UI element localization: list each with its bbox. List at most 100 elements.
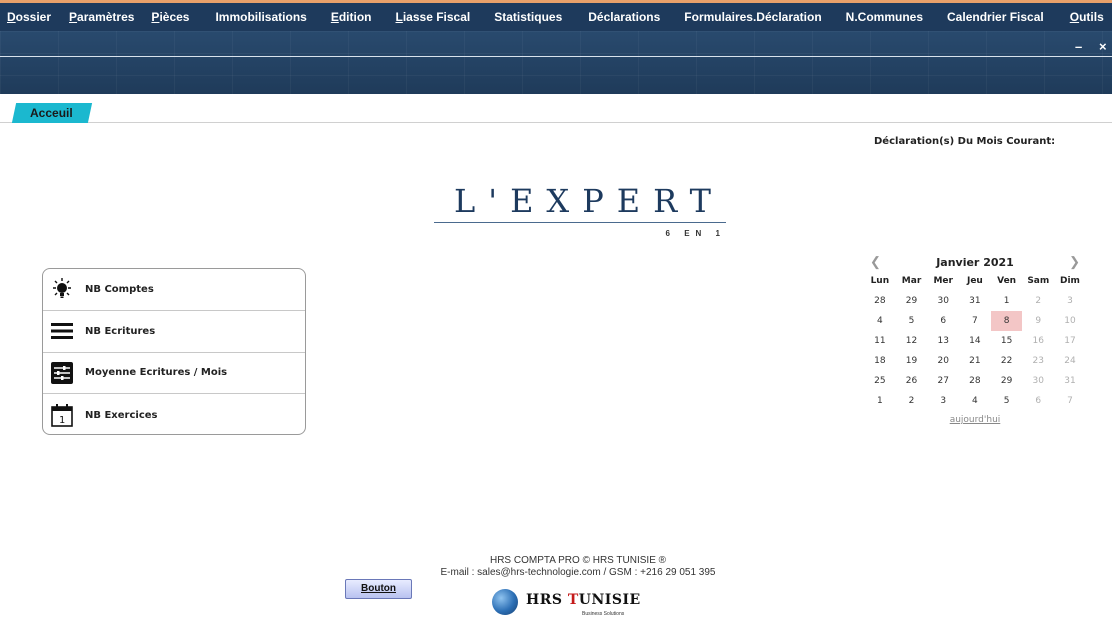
calendar-day[interactable]: 5: [896, 311, 928, 331]
calendar-day[interactable]: 14: [959, 331, 991, 351]
logo-subtitle: 6 EN 1: [665, 229, 726, 238]
chevron-right-icon[interactable]: ❯: [1069, 254, 1080, 270]
calendar-day[interactable]: 25: [864, 371, 896, 391]
calendar-day[interactable]: 9: [1022, 311, 1054, 331]
menu-item-n-communes[interactable]: N.Communes: [846, 10, 923, 24]
calendar-week-row: 11 12 13 14 15 16 17: [864, 331, 1086, 351]
calendar-day[interactable]: 31: [959, 291, 991, 311]
calendar-day[interactable]: 1: [991, 291, 1023, 311]
logo-underline: [434, 222, 726, 223]
bouton-button[interactable]: Bouton: [345, 579, 412, 599]
calendar-day[interactable]: 16: [1022, 331, 1054, 351]
bouton-button-label: Bouton: [361, 583, 396, 594]
calendar-weekday: Mar: [901, 276, 922, 286]
calendar-day[interactable]: 6: [1022, 391, 1054, 411]
calendar-day[interactable]: 7: [1054, 391, 1086, 411]
menu-item-formulaires-d-claration[interactable]: Formulaires.Déclaration: [684, 10, 821, 24]
svg-text:1: 1: [59, 415, 65, 426]
menu-item-outils[interactable]: Outils: [1070, 10, 1104, 24]
calendar-day[interactable]: 15: [991, 331, 1023, 351]
calendar-day[interactable]: 3: [1054, 291, 1086, 311]
menu-item-d-clarations[interactable]: Déclarations: [588, 10, 660, 24]
calendar-widget: ❮ Janvier 2021 ❯ Lun Mar Mer Jeu Ven Sam Dim 28…: [864, 253, 1086, 425]
calendar-weekday: Jeu: [966, 276, 983, 286]
hrs-brand-prefix: HRS: [526, 592, 568, 608]
stat-label-moyenne-ecritures: Moyenne Ecritures / Mois: [85, 367, 228, 379]
minimize-icon[interactable]: –: [1075, 39, 1082, 54]
stat-row-nb-ecritures[interactable]: NB Ecritures: [43, 311, 305, 353]
menu-lines-icon: [49, 318, 75, 344]
calendar-day[interactable]: 22: [991, 351, 1023, 371]
calendar-day[interactable]: 3: [927, 391, 959, 411]
calendar-day[interactable]: 30: [927, 291, 959, 311]
menu-item-edition[interactable]: Edition: [331, 10, 372, 24]
calendar-day[interactable]: 21: [959, 351, 991, 371]
stat-row-nb-comptes[interactable]: NB Comptes: [43, 269, 305, 311]
calendar-header: ❮ Janvier 2021 ❯: [864, 253, 1086, 271]
hrs-brand-tagline: Business Solutions: [582, 611, 625, 617]
tab-acceuil[interactable]: Acceuil: [11, 103, 93, 123]
chevron-left-icon[interactable]: ❮: [870, 254, 881, 270]
calendar-day[interactable]: 1: [864, 391, 896, 411]
stat-label-nb-ecritures: NB Ecritures: [85, 325, 156, 337]
calendar-weekday: Dim: [1060, 276, 1080, 286]
calendar-week-row: 28 29 30 31 1 2 3: [864, 291, 1086, 311]
calendar-day[interactable]: 24: [1054, 351, 1086, 371]
calendar-day[interactable]: 29: [991, 371, 1023, 391]
calendar-day[interactable]: 28: [864, 291, 896, 311]
calendar-day[interactable]: 19: [896, 351, 928, 371]
declarations-title: Déclaration(s) Du Mois Courant:: [874, 136, 1056, 147]
globe-icon: [492, 589, 518, 615]
calendar-day[interactable]: 6: [927, 311, 959, 331]
calendar-month-title: Janvier 2021: [936, 255, 1014, 269]
menu-item-statistiques[interactable]: Statistiques: [494, 10, 562, 24]
calendar-day[interactable]: 31: [1054, 371, 1086, 391]
calendar-day[interactable]: 26: [896, 371, 928, 391]
lightbulb-icon: [49, 276, 75, 302]
calendar-day[interactable]: 2: [896, 391, 928, 411]
menu-item-immobilisations[interactable]: Immobilisations: [215, 10, 306, 24]
hrs-brand-rest: UNISIE: [578, 592, 641, 608]
calendar-day[interactable]: 4: [959, 391, 991, 411]
calendar-day[interactable]: 4: [864, 311, 896, 331]
stat-row-moyenne-ecritures[interactable]: Moyenne Ecritures / Mois: [43, 353, 305, 395]
tab-bar: Acceuil: [0, 103, 1112, 123]
menu-item-pi-ces[interactable]: Pièces: [151, 10, 189, 24]
header-banner: – ×: [0, 31, 1112, 94]
calendar-icon: 1: [49, 402, 75, 428]
menu-item-param-tres[interactable]: Paramètres: [69, 10, 134, 24]
calendar-day[interactable]: 29: [896, 291, 928, 311]
hrs-brand-t: T: [567, 592, 579, 608]
calendar-week-row: 1234567: [864, 391, 1086, 411]
calendar-day[interactable]: 10: [1054, 311, 1086, 331]
calendar-weekday: Lun: [870, 276, 890, 286]
stat-label-nb-exercices: NB Exercices: [85, 409, 158, 421]
calendar-weekday: Ven: [997, 276, 1017, 286]
calendar-day[interactable]: 11: [864, 331, 896, 351]
calendar-weekday: Sam: [1027, 276, 1050, 286]
calendar-day[interactable]: 13: [927, 331, 959, 351]
menu-item-liasse-fiscal[interactable]: Liasse Fiscal: [396, 10, 471, 24]
footer-info: HRS COMPTA PRO © HRS TUNISIE ® E-mail : …: [420, 555, 736, 579]
close-icon[interactable]: ×: [1099, 39, 1107, 54]
banner-separator: [0, 56, 1112, 57]
today-link[interactable]: aujourd'hui: [864, 415, 1086, 425]
calendar-day[interactable]: 2: [1022, 291, 1054, 311]
calendar-day[interactable]: 17: [1054, 331, 1086, 351]
calendar-day[interactable]: 18: [864, 351, 896, 371]
menu-item-calendrier-fiscal[interactable]: Calendrier Fiscal: [947, 10, 1044, 24]
calendar-day[interactable]: 28: [959, 371, 991, 391]
calendar-week-row: 4 5 6 7 8 9 10: [864, 311, 1086, 331]
calendar-day[interactable]: 5: [991, 391, 1023, 411]
calendar-day[interactable]: 20: [927, 351, 959, 371]
calendar-day[interactable]: 12: [896, 331, 928, 351]
calendar-day[interactable]: 27: [927, 371, 959, 391]
stat-row-nb-exercices[interactable]: 1 NB Exercices: [43, 394, 305, 434]
calendar-day[interactable]: 7: [959, 311, 991, 331]
calendar-grid: Lun Mar Mer Jeu Ven Sam Dim 28 29 30 31 1 2 3 4 5 6 7 8 9 10…: [864, 271, 1086, 411]
calendar-day[interactable]: 8: [990, 311, 1023, 331]
calendar-day[interactable]: 30: [1022, 371, 1054, 391]
app-logo: L'EXPERT 6 EN 1: [434, 182, 726, 242]
menu-item-dossier[interactable]: Dossier: [7, 10, 51, 24]
calendar-day[interactable]: 23: [1022, 351, 1054, 371]
